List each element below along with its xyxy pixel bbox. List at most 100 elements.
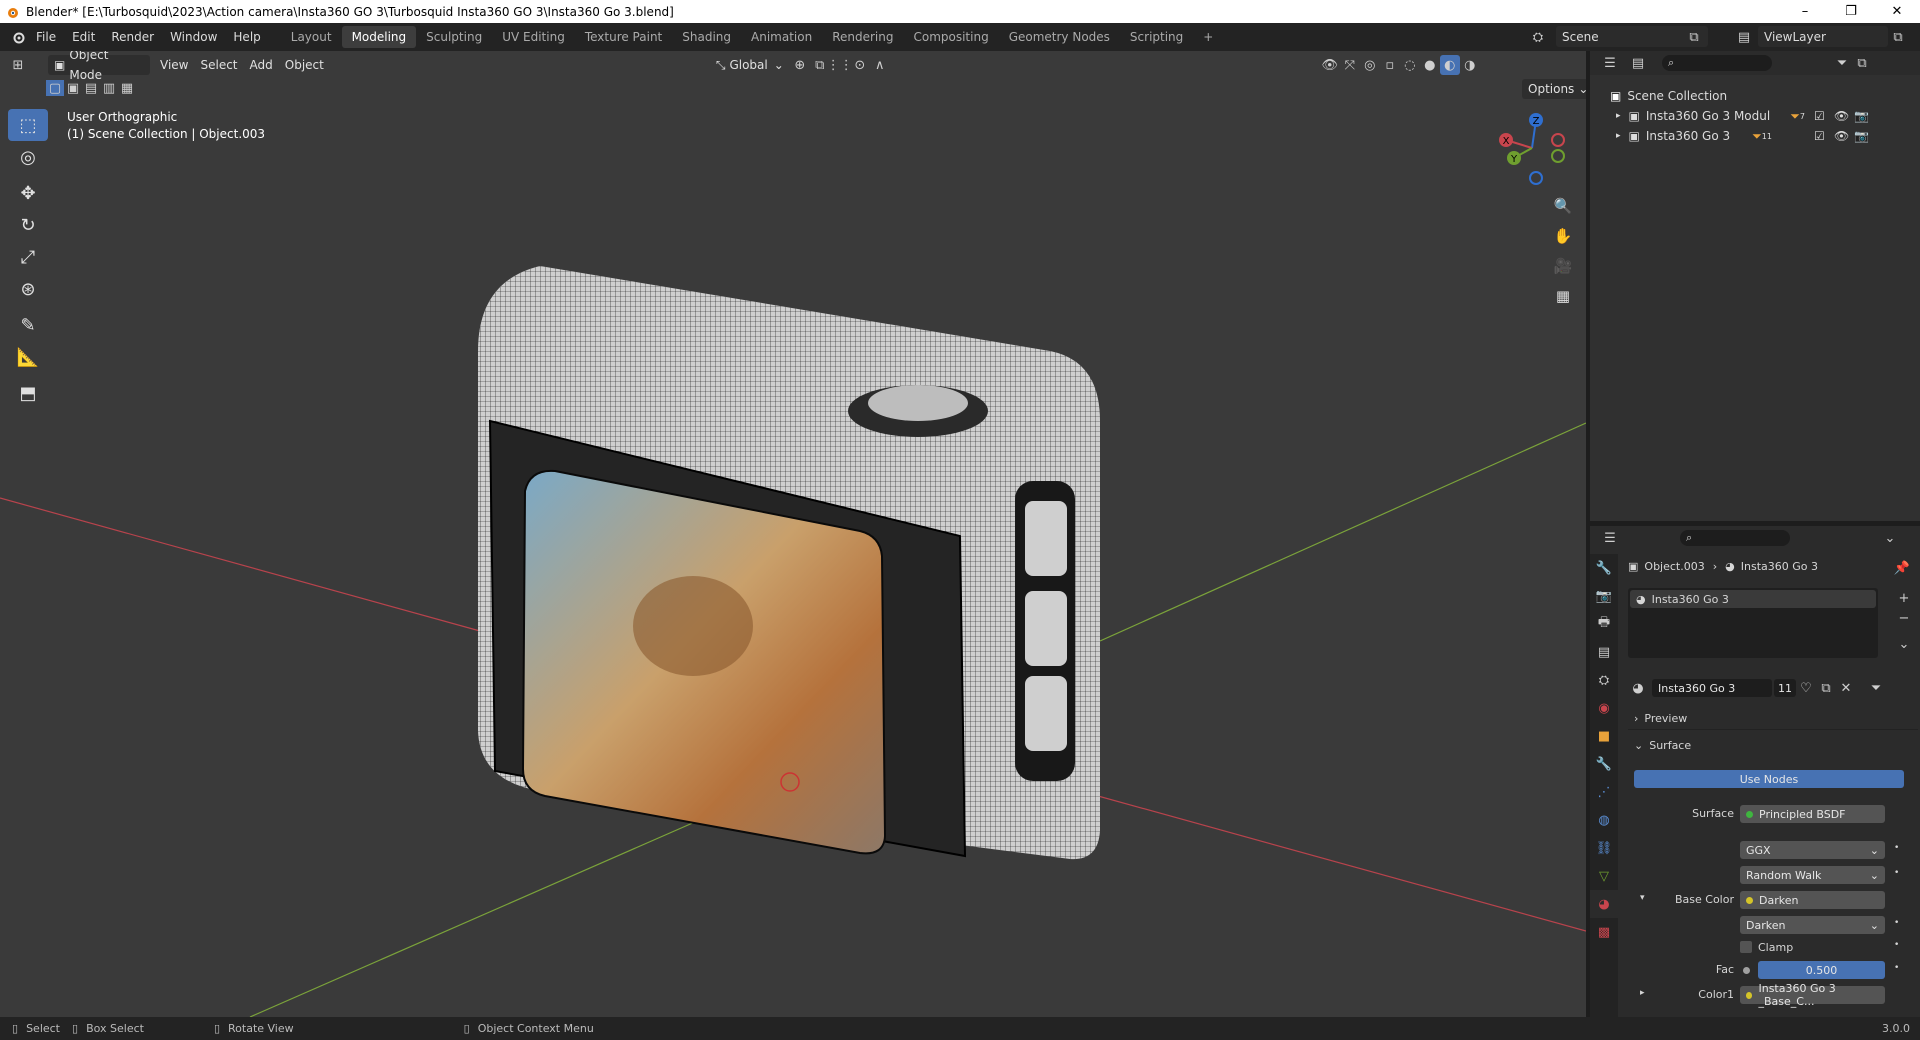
checkbox-icon[interactable]: ☑	[1814, 109, 1825, 123]
tool-tab-icon[interactable]: 🔧	[1590, 554, 1618, 582]
select-subtract-icon[interactable]: ▤	[82, 80, 100, 96]
slot-menu-icon[interactable]: ⌄	[1894, 634, 1914, 654]
duplicate-material-icon[interactable]: ⧉	[1816, 678, 1836, 698]
clamp-checkbox[interactable]: Clamp	[1740, 938, 1793, 956]
viewport-canvas[interactable]	[0, 51, 1586, 1017]
gizmo-toggle-icon[interactable]: ⤧	[1340, 55, 1360, 75]
tab-sculpting[interactable]: Sculpting	[416, 26, 492, 48]
perspective-toggle-icon[interactable]: ▦	[1550, 283, 1576, 309]
minimize-button[interactable]: –	[1782, 0, 1828, 23]
tab-shading[interactable]: Shading	[672, 26, 741, 48]
preview-panel-header[interactable]: › Preview	[1628, 708, 1918, 730]
material-slot-list[interactable]: ◕ Insta360 Go 3	[1628, 588, 1878, 658]
tab-animation[interactable]: Animation	[741, 26, 822, 48]
base-color-field[interactable]: Darken	[1740, 891, 1885, 909]
view-layer-tab-icon[interactable]: ▤	[1590, 638, 1618, 666]
material-name-field[interactable]: Insta360 Go 3	[1652, 679, 1772, 697]
select-extend-icon[interactable]: ▣	[64, 80, 82, 96]
camera-model[interactable]	[478, 266, 1100, 860]
output-tab-icon[interactable]: 🖶	[1590, 610, 1618, 638]
color1-field[interactable]: Insta360 Go 3 _Base_C...	[1740, 982, 1885, 1008]
new-scene-icon[interactable]: ⧉	[1684, 27, 1704, 47]
tab-compositing[interactable]: Compositing	[903, 26, 998, 48]
falloff-icon[interactable]: ∧	[870, 55, 890, 75]
fake-user-icon[interactable]: ♡	[1796, 678, 1816, 698]
use-nodes-button[interactable]: Use Nodes	[1634, 770, 1904, 788]
display-mode-icon[interactable]: ▤	[1628, 53, 1648, 73]
constraints-tab-icon[interactable]: ⛓	[1590, 834, 1618, 862]
restore-button[interactable]: ❐	[1828, 0, 1874, 23]
overlays-icon[interactable]: ◎	[1360, 55, 1380, 75]
mode-dropdown[interactable]: ▣ Object Mode	[48, 51, 150, 82]
tab-uv-editing[interactable]: UV Editing	[492, 26, 575, 48]
blend-mode-dropdown[interactable]: Darken ⌄	[1740, 916, 1885, 934]
3d-viewport[interactable]: ⊞ ▣ Object Mode View Select Add Object ⤡…	[0, 51, 1586, 1017]
visibility-icon[interactable]: 👁	[1320, 55, 1340, 75]
unlink-material-icon[interactable]: ✕	[1836, 678, 1856, 698]
tab-rendering[interactable]: Rendering	[822, 26, 903, 48]
remove-slot-icon[interactable]: −	[1894, 608, 1914, 628]
outliner-scene-collection[interactable]: ▣ Scene Collection	[1610, 86, 1727, 106]
xray-icon[interactable]: ▫	[1380, 55, 1400, 75]
distribution-dropdown[interactable]: GGX ⌄	[1740, 841, 1885, 859]
viewport-menu-add[interactable]: Add	[244, 55, 279, 75]
editor-type-icon[interactable]: ⊞	[8, 55, 28, 75]
chevron-down-icon[interactable]: ⌄	[1880, 528, 1900, 548]
browse-material-icon[interactable]: ◕	[1628, 678, 1648, 698]
close-button[interactable]: ✕	[1874, 0, 1920, 23]
select-invert-icon[interactable]: ▥	[100, 80, 118, 96]
pin-icon[interactable]: 📌	[1892, 558, 1912, 578]
tab-scripting[interactable]: Scripting	[1120, 26, 1193, 48]
select-new-icon[interactable]: ▢	[46, 80, 64, 96]
tab-geometry-nodes[interactable]: Geometry Nodes	[999, 26, 1120, 48]
solid-shading-icon[interactable]: ●	[1420, 55, 1440, 75]
material-preview-shading-icon[interactable]: ◐	[1439, 55, 1460, 75]
material-slot-row[interactable]: ◕ Insta360 Go 3	[1630, 590, 1876, 608]
subsurface-method-dropdown[interactable]: Random Walk ⌄	[1740, 866, 1885, 884]
scene-icon[interactable]: ⛭	[1528, 27, 1548, 47]
filter-icon[interactable]: ⏷	[1832, 53, 1852, 73]
outliner-search-input[interactable]: ⌕	[1662, 55, 1772, 71]
keyframe-dot-icon[interactable]: •	[1894, 963, 1899, 973]
menu-render[interactable]: Render	[103, 26, 162, 48]
menu-edit[interactable]: Edit	[64, 26, 103, 48]
eye-icon[interactable]: 👁	[1834, 109, 1849, 123]
data-tab-icon[interactable]: ▽	[1590, 862, 1618, 890]
checkbox-icon[interactable]	[1740, 941, 1752, 953]
blender-menu-icon[interactable]	[8, 27, 28, 47]
outliner-editor-icon[interactable]: ☰	[1600, 53, 1620, 73]
world-tab-icon[interactable]: ◉	[1590, 694, 1618, 722]
tab-texture-paint[interactable]: Texture Paint	[575, 26, 672, 48]
physics-tab-icon[interactable]: ◍	[1590, 806, 1618, 834]
pivot-icon[interactable]: ⊕	[790, 55, 810, 75]
annotate-tool-icon[interactable]: ✎	[8, 309, 48, 341]
scale-tool-icon[interactable]: ⤢	[8, 241, 48, 273]
properties-editor-icon[interactable]: ☰	[1600, 528, 1620, 548]
transform-tool-icon[interactable]: ⊛	[8, 273, 48, 305]
snap-target-icon[interactable]: ⋮⋮	[827, 55, 853, 75]
modifier-tab-icon[interactable]: 🔧	[1590, 750, 1618, 778]
tab-layout[interactable]: Layout	[281, 26, 342, 48]
transform-orientation-dropdown[interactable]: ⤡ Global ⌄	[710, 55, 790, 75]
view-layer-selector[interactable]: ViewLayer	[1758, 26, 1888, 47]
options-dropdown[interactable]: Options ⌄	[1522, 79, 1586, 99]
keyframe-dot-icon[interactable]: •	[1894, 940, 1899, 950]
measure-tool-icon[interactable]: 📐	[8, 341, 48, 373]
camera-render-icon[interactable]: 📷	[1854, 109, 1869, 123]
rotate-tool-icon[interactable]: ↻	[8, 209, 48, 241]
object-tab-icon[interactable]: ■	[1590, 722, 1618, 750]
render-tab-icon[interactable]: 📷	[1590, 582, 1618, 610]
camera-render-icon[interactable]: 📷	[1854, 129, 1869, 143]
scene-tab-icon[interactable]: ⛭	[1590, 666, 1618, 694]
material-tab-icon[interactable]: ◕	[1590, 890, 1618, 918]
tab-modeling[interactable]: Modeling	[341, 26, 417, 48]
rendered-shading-icon[interactable]: ◑	[1460, 55, 1480, 75]
surface-panel-header[interactable]: ⌄ Surface	[1628, 734, 1918, 756]
wireframe-shading-icon[interactable]: ◌	[1400, 55, 1420, 75]
particles-tab-icon[interactable]: ⋰	[1590, 778, 1618, 806]
move-tool-icon[interactable]: ✥	[8, 177, 48, 209]
menu-window[interactable]: Window	[162, 26, 225, 48]
menu-help[interactable]: Help	[225, 26, 268, 48]
filter-icon[interactable]: ⏷	[1866, 678, 1886, 698]
select-intersect-icon[interactable]: ▦	[118, 80, 136, 96]
